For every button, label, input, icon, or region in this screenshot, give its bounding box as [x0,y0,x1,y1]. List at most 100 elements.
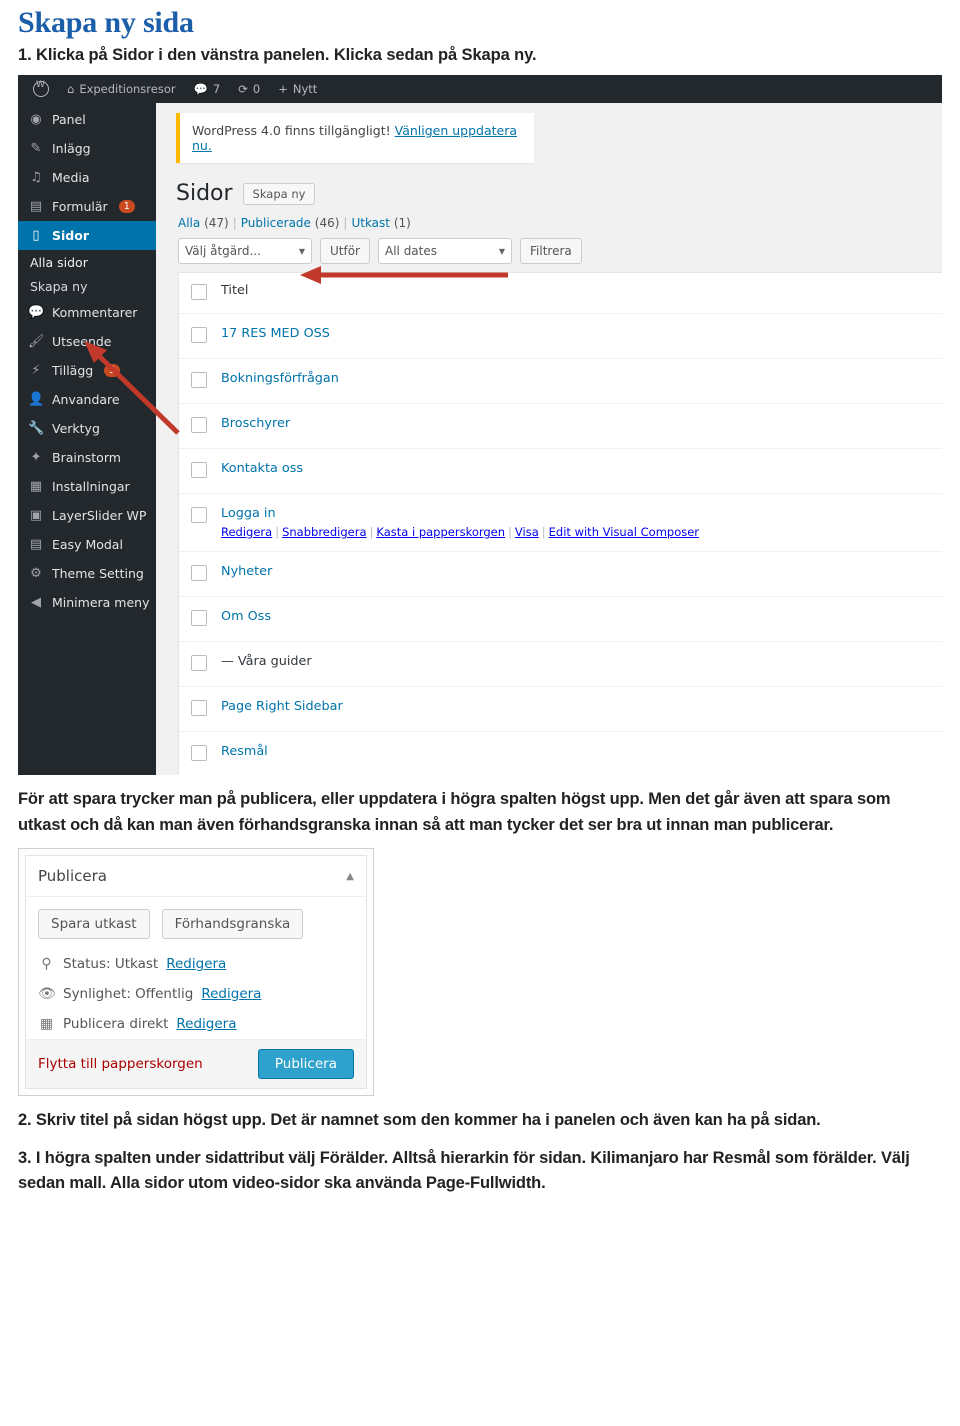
comments-icon: 💬 [28,305,45,320]
sidebar-label: Panel [52,112,86,127]
pin-icon: ✎ [30,141,42,156]
action-edit-with-visual-composer[interactable]: Edit with Visual Composer [549,525,699,539]
row-checkbox[interactable] [191,372,207,388]
site-name-label: Expeditionsresor [79,82,176,96]
row-title-link[interactable]: Bokningsförfrågan [221,371,339,386]
sidebar-item-inlagg[interactable]: ✎ Inlägg [18,134,156,163]
media-icon: ♫ [30,170,42,185]
sidebar-item-media[interactable]: ♫ Media [18,163,156,192]
row-title-child[interactable]: — Våra guider [221,654,312,669]
document-page: Skapa ny sida 1. Klicka på Sidor i den v… [0,6,960,1426]
preview-button[interactable]: Förhandsgranska [161,909,304,940]
sidebar-item-sidor[interactable]: ▯ Sidor [18,221,164,250]
sidebar-item-theme-setting[interactable]: ⚙ Theme Setting [18,559,156,588]
row-checkbox[interactable] [191,417,207,433]
separator: | [232,216,237,230]
sidebar-item-brainstorm[interactable]: ✦ Brainstorm [18,443,156,472]
sidebar-item-tillagg[interactable]: ⚡ Tillägg 5 [18,356,156,385]
filter-alla[interactable]: Alla [178,216,200,230]
wp-logo-item[interactable] [24,75,58,103]
row-title-link[interactable]: Broschyrer [221,416,290,431]
add-new-page-button[interactable]: Skapa ny [242,182,316,205]
wp-admin-sidebar: ◉ Panel ✎ Inlägg ♫ Media ▤ Formulär 1 ▯ … [18,103,164,775]
save-draft-button[interactable]: Spara utkast [38,909,150,940]
pin-icon: ⚲ [41,956,52,973]
sidebar-item-layerslider[interactable]: ▣ LayerSlider WP [18,501,156,530]
sidebar-item-easy-modal[interactable]: ▤ Easy Modal [18,530,156,559]
comments-count: 7 [212,82,221,96]
sidebar-item-minimera-meny[interactable]: ◀ Minimera meny [18,588,156,617]
table-row[interactable]: Bokningsförfrågan [179,359,942,404]
sidebar-item-anvandare[interactable]: 👤 Anvandare [18,385,156,414]
row-checkbox[interactable] [191,327,207,343]
sidebar-item-utseende[interactable]: 🖌 Utseende [18,327,156,356]
action-visa[interactable]: Visa [515,525,539,539]
schedule-row: ▦ Publicera direkt Redigera [26,1009,366,1039]
brainstorm-icon: ✦ [30,450,42,465]
sidebar-subitem-skapa-ny[interactable]: Skapa ny [18,274,156,298]
row-title-link[interactable]: Nyheter [221,564,272,579]
publish-button[interactable]: Publicera [257,1049,354,1080]
date-filter-select[interactable]: All dates ▼ [378,238,512,264]
row-title-link[interactable]: Resmål [221,744,268,759]
filter-utkast[interactable]: Utkast [351,216,390,230]
table-row[interactable]: Broschyrer [179,404,942,449]
table-header-row: Titel [179,273,942,314]
row-checkbox[interactable] [191,565,207,581]
edit-schedule-link[interactable]: Redigera [176,1016,236,1032]
publish-box-screenshot: Publicera ▲ Spara utkast Förhandsgranska… [18,848,374,1097]
row-checkbox[interactable] [191,507,207,523]
action-snabbredigera[interactable]: Snabbredigera [282,525,366,539]
bulk-action-select[interactable]: Välj åtgärd... ▼ [178,238,312,264]
action-redigera[interactable]: Redigera [221,525,272,539]
refresh-icon: ⟳ [238,82,248,96]
sidebar-item-installningar[interactable]: ▦ Installningar [18,472,156,501]
row-title-link[interactable]: Logga in [221,506,699,521]
new-content-item[interactable]: + Nytt [269,75,326,103]
table-row[interactable]: — Våra guider [179,642,942,687]
sidebar-item-formular[interactable]: ▤ Formulär 1 [18,192,156,221]
table-row[interactable]: Nyheter [179,552,942,597]
wordpress-admin-screenshot: ⌂ Expeditionsresor 💬 7 ⟳ 0 + Nytt ◉ Pane… [18,75,942,775]
table-row[interactable]: Om Oss [179,597,942,642]
row-title-link[interactable]: Om Oss [221,609,271,624]
row-checkbox[interactable] [191,610,207,626]
layerslider-icon: ▣ [29,508,43,523]
row-checkbox[interactable] [191,745,207,761]
sidebar-label: Media [52,170,90,185]
status-row: ⚲ Status: Utkast Redigera [26,949,366,979]
select-all-checkbox[interactable] [191,284,207,300]
sidebar-item-verktyg[interactable]: 🔧 Verktyg [18,414,156,443]
site-name-item[interactable]: ⌂ Expeditionsresor [58,75,185,103]
table-row[interactable]: Page Right Sidebar [179,687,942,732]
edit-visibility-link[interactable]: Redigera [201,986,261,1002]
comments-item[interactable]: 💬 7 [185,75,230,103]
apply-button[interactable]: Utför [320,238,370,264]
instruction-paragraph-1: För att spara trycker man på publicera, … [18,790,891,834]
filter-button[interactable]: Filtrera [520,238,582,264]
chevron-up-icon[interactable]: ▲ [346,871,354,882]
filter-publicerade[interactable]: Publicerade [241,216,311,230]
sidebar-subitem-alla-sidor[interactable]: Alla sidor [18,250,156,274]
updates-item[interactable]: ⟳ 0 [229,75,269,103]
sidebar-item-kommentarer[interactable]: 💬 Kommentarer [18,298,156,327]
row-title-link[interactable]: Page Right Sidebar [221,699,343,714]
instruction-step-3: 3. I högra spalten under sidattribut väl… [18,1148,910,1193]
move-to-trash-link[interactable]: Flytta till papperskorgen [38,1056,203,1072]
row-title-link[interactable]: Kontakta oss [221,461,303,476]
table-row[interactable]: Kontakta oss [179,449,942,494]
gear-icon: ⚙ [30,566,42,581]
sidebar-item-panel[interactable]: ◉ Panel [18,105,156,134]
wp-admin-content: WordPress 4.0 finns tillgängligt! Vänlig… [156,103,942,775]
table-row[interactable]: Resmål [179,732,942,775]
table-row[interactable]: 17 RES MED OSS [179,314,942,359]
action-kasta-i-papperskorgen[interactable]: Kasta i papperskorgen [376,525,505,539]
row-title-link[interactable]: 17 RES MED OSS [221,326,330,341]
sidebar-label: Minimera meny [52,595,150,610]
row-checkbox[interactable] [191,700,207,716]
filter-alla-count: (47) [204,216,229,230]
edit-status-link[interactable]: Redigera [166,956,226,972]
row-checkbox[interactable] [191,655,207,671]
table-row-hovered[interactable]: Logga in Redigera | Snabbredigera | Kasta i … [179,494,942,552]
row-checkbox[interactable] [191,462,207,478]
